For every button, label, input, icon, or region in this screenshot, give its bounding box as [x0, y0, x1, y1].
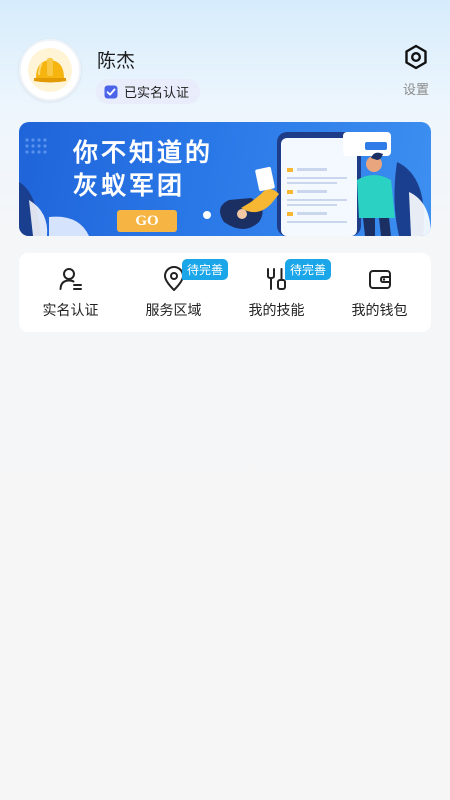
quick-actions-panel: 实名认证 服务区域 待完善 我的技能 待完善 我的钱包 — [19, 253, 431, 332]
avatar[interactable] — [19, 39, 81, 101]
settings-button[interactable]: 设置 — [400, 44, 432, 98]
verified-label: 已实名认证 — [124, 86, 190, 101]
profile-header: 陈杰 已实名认证 设置 — [0, 0, 450, 115]
quick-action-label: 我的技能 — [248, 303, 305, 319]
quick-action-skills[interactable]: 我的技能 待完善 — [225, 253, 332, 332]
quick-action-label: 实名认证 — [42, 303, 99, 319]
quick-action-label: 服务区域 — [145, 303, 202, 319]
settings-label: 设置 — [402, 83, 429, 98]
check-badge-icon — [104, 85, 118, 98]
quick-action-real-name[interactable]: 实名认证 — [19, 253, 122, 332]
quick-action-service-area[interactable]: 服务区域 待完善 — [122, 253, 229, 332]
banner-go-button[interactable]: GO — [117, 210, 177, 232]
pending-badge: 待完善 — [285, 259, 332, 280]
verified-badge: 已实名认证 — [96, 79, 201, 104]
promo-banner[interactable]: 你不知道的 灰蚁军团 GO — [19, 122, 431, 236]
hard-hat-icon — [28, 48, 72, 92]
banner-title: 你不知道的 灰蚁军团 — [73, 136, 223, 202]
quick-action-label: 我的钱包 — [351, 303, 408, 319]
banner-title-line2: 灰蚁军团 — [73, 171, 186, 200]
user-name: 陈杰 — [97, 50, 136, 72]
user-id-icon — [59, 268, 82, 290]
quick-action-wallet[interactable]: 我的钱包 — [328, 253, 431, 332]
pending-badge: 待完善 — [182, 259, 229, 280]
banner-title-line1: 你不知道的 — [73, 138, 214, 167]
wallet-icon — [368, 270, 391, 289]
settings-hexagon-icon — [405, 44, 427, 70]
